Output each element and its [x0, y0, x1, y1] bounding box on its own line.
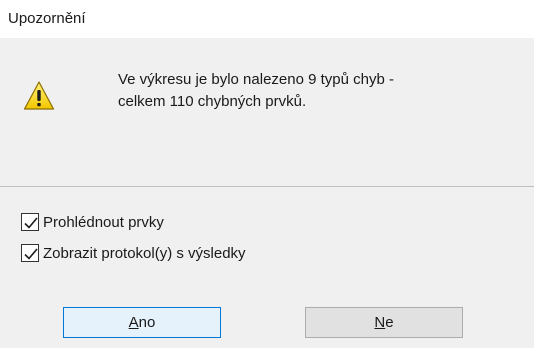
warning-icon [23, 80, 55, 112]
no-mnemonic: N [374, 314, 386, 331]
message-area: Ve výkresu je bylo nalezeno 9 typů chyb … [0, 38, 534, 186]
yes-label-rest: no [138, 314, 156, 331]
dialog-title: Upozornění [8, 10, 86, 27]
option-review-elements[interactable]: Prohlédnout prvky [21, 212, 164, 232]
title-bar[interactable]: Upozornění [0, 0, 534, 38]
option-show-protocol[interactable]: Zobrazit protokol(y) s výsledky [21, 243, 246, 263]
review-elements-checkbox[interactable] [21, 213, 39, 231]
message-line-1: Ve výkresu je bylo nalezeno 9 typů chyb … [118, 71, 394, 88]
yes-mnemonic: A [128, 314, 139, 331]
show-protocol-checkbox[interactable] [21, 244, 39, 262]
options-area: Prohlédnout prvky Zobrazit protokol(y) s… [0, 187, 534, 348]
warning-dialog: Upozornění Ve výkresu je bylo nalezeno 9… [0, 0, 534, 348]
no-label-rest: e [385, 314, 394, 331]
checkmark-icon [24, 217, 38, 229]
review-elements-label: Prohlédnout prvky [43, 213, 164, 231]
no-button[interactable]: Ne [305, 307, 463, 338]
checkmark-icon [24, 248, 38, 260]
message-text: Ve výkresu je bylo nalezeno 9 typů chyb … [118, 69, 518, 113]
message-line-2: celkem 110 chybných prvků. [118, 93, 307, 110]
yes-button[interactable]: Ano [63, 307, 221, 338]
show-protocol-label: Zobrazit protokol(y) s výsledky [43, 244, 246, 262]
